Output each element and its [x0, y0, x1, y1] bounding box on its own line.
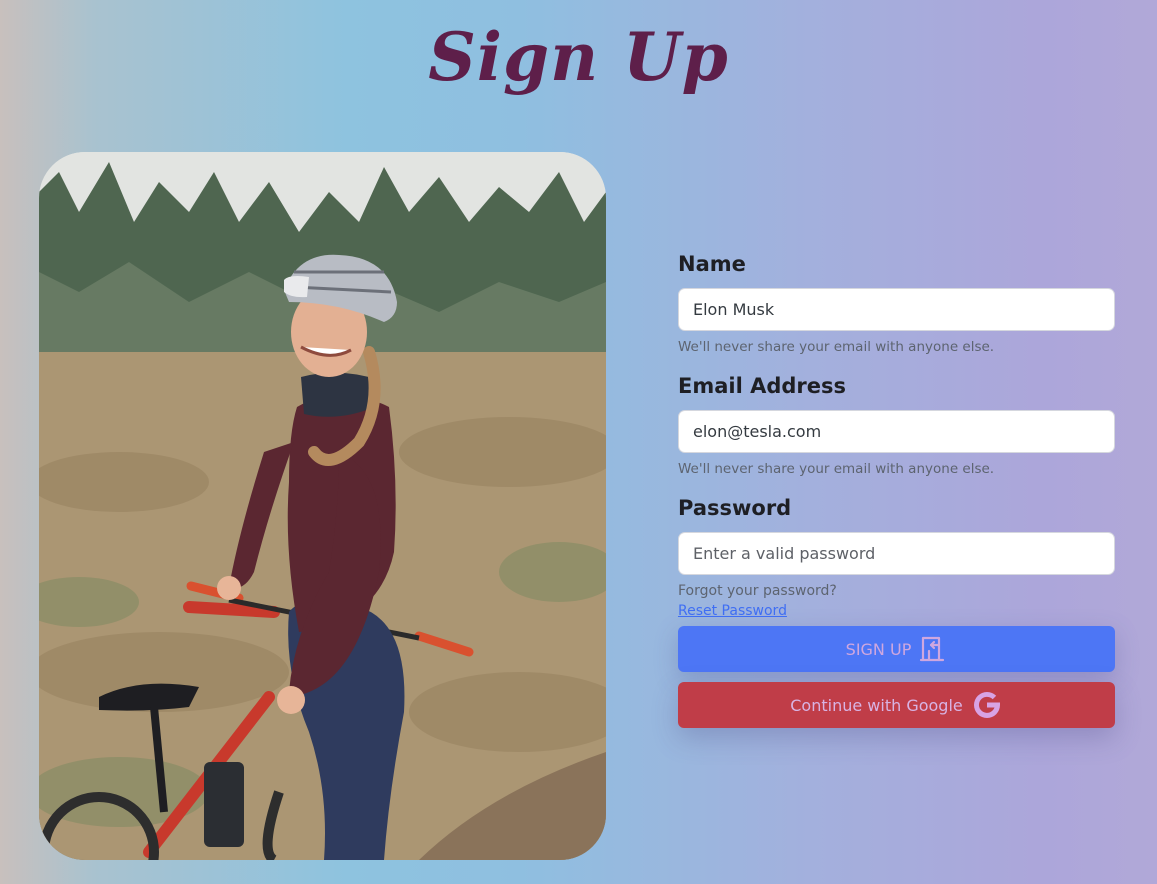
google-icon — [971, 689, 1003, 721]
reset-password-link[interactable]: Reset Password — [678, 603, 787, 619]
google-button-label: Continue with Google — [790, 695, 963, 715]
google-button[interactable]: Continue with Google — [678, 682, 1115, 728]
email-input[interactable] — [678, 410, 1115, 453]
name-label: Name — [678, 252, 746, 276]
signup-form: Name We'll never share your email with a… — [678, 252, 1115, 728]
door-enter-icon — [919, 635, 947, 663]
forgot-password-text: Forgot your password? — [678, 583, 837, 599]
password-label: Password — [678, 496, 792, 520]
password-input[interactable] — [678, 532, 1115, 575]
hero-photo — [39, 152, 606, 860]
signup-button[interactable]: SIGN UP — [678, 626, 1115, 672]
page-title: Sign Up — [428, 18, 729, 96]
signup-button-label: SIGN UP — [845, 639, 912, 659]
name-input[interactable] — [678, 288, 1115, 331]
name-help-text: We'll never share your email with anyone… — [678, 339, 995, 355]
email-help-text: We'll never share your email with anyone… — [678, 461, 995, 477]
email-label: Email Address — [678, 374, 847, 398]
